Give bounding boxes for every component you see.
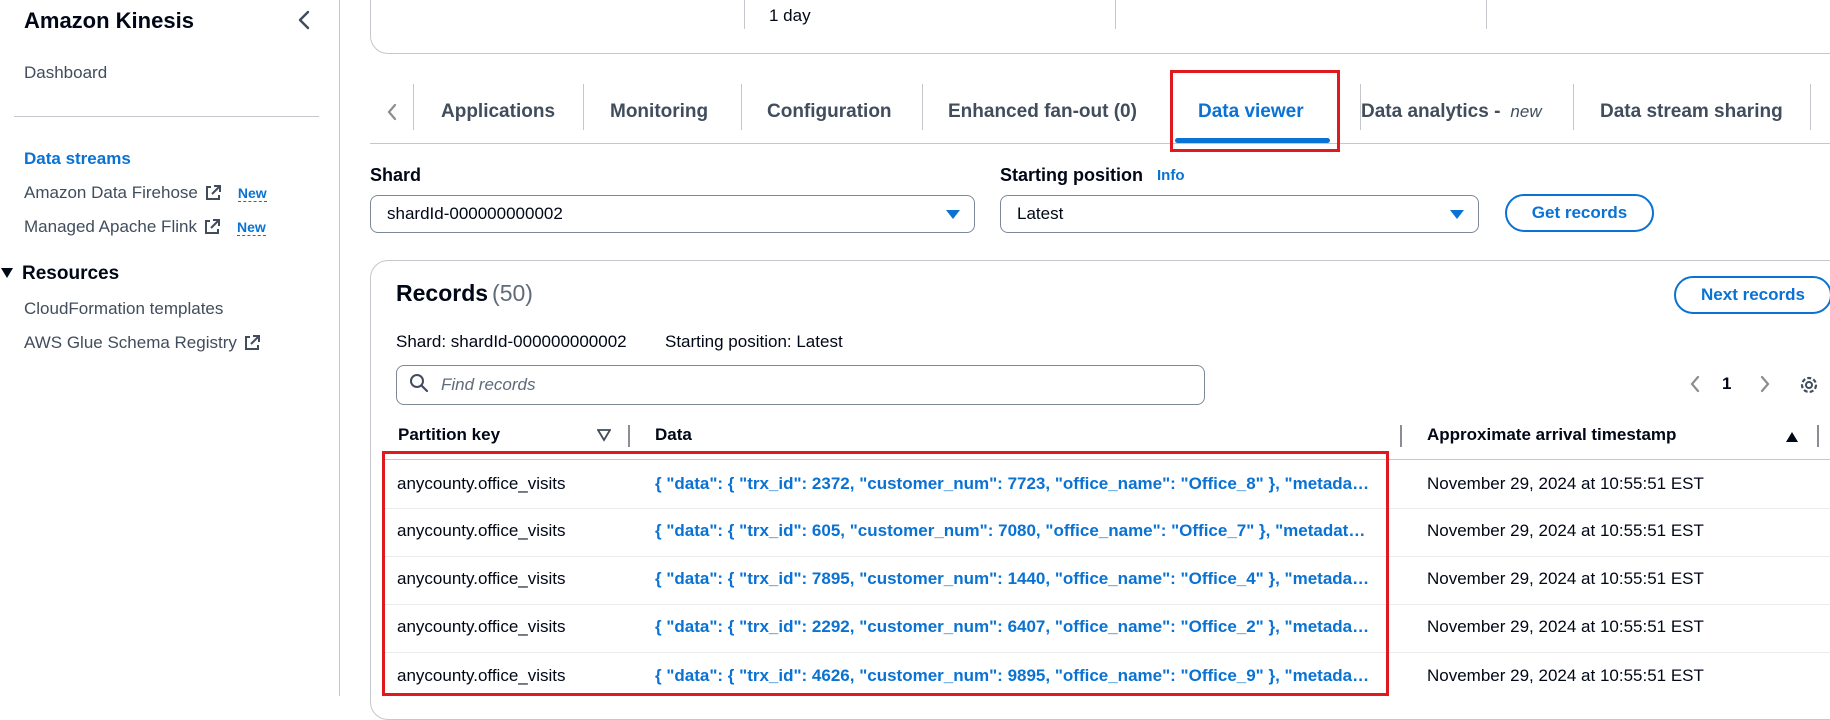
records-position-meta: Starting position: Latest	[665, 332, 843, 351]
sidebar-item-firehose[interactable]: Amazon Data Firehose New	[24, 183, 267, 203]
records-shard-meta: Shard: shardId-000000000002	[396, 332, 627, 351]
find-records-input[interactable]	[439, 374, 1139, 396]
sidebar-item-label: AWS Glue Schema Registry	[24, 333, 237, 352]
column-header-partition-key[interactable]: Partition key	[398, 425, 500, 445]
sidebar-item-cloudformation[interactable]: CloudFormation templates	[24, 299, 223, 319]
sort-ascending-icon[interactable]	[1785, 430, 1799, 448]
column-header-arrival-timestamp[interactable]: Approximate arrival timestamp	[1427, 425, 1676, 445]
starting-position-select[interactable]: Latest	[1000, 195, 1479, 233]
sidebar: Amazon Kinesis Dashboard Data streams Am…	[0, 0, 340, 696]
new-badge[interactable]: New	[236, 219, 266, 236]
records-count: (50)	[492, 280, 533, 306]
tab-bar: Applications Monitoring Configuration En…	[370, 80, 1830, 144]
column-resizer[interactable]	[628, 425, 630, 447]
timestamp-cell: November 29, 2024 at 10:55:51 EST	[1427, 569, 1704, 588]
sidebar-item-flink[interactable]: Managed Apache Flink New	[24, 217, 266, 237]
tab-enhanced-fan-out[interactable]: Enhanced fan-out (0)	[948, 80, 1137, 144]
starting-position-label-group: Starting position Info	[1000, 165, 1185, 186]
summary-divider	[1486, 0, 1487, 29]
new-badge[interactable]: New	[237, 185, 267, 202]
starting-position-value: Latest	[1017, 204, 1064, 223]
tab-divider	[1810, 84, 1811, 130]
starting-position-label: Starting position	[1000, 165, 1143, 185]
tab-label: Data analytics -	[1361, 101, 1501, 122]
tab-divider	[922, 84, 923, 130]
sidebar-section-label: Resources	[22, 263, 120, 284]
tab-data-analytics[interactable]: Data analytics - new	[1361, 80, 1542, 144]
next-records-button[interactable]: Next records	[1674, 276, 1830, 314]
info-link[interactable]: Info	[1157, 167, 1185, 184]
search-icon	[409, 373, 429, 398]
timestamp-cell: November 29, 2024 at 10:55:51 EST	[1427, 617, 1704, 636]
shard-select[interactable]: shardId-000000000002	[370, 195, 975, 233]
sidebar-item-glue[interactable]: AWS Glue Schema Registry	[24, 333, 261, 353]
tab-scroll-left-icon[interactable]	[370, 80, 414, 144]
tab-divider	[741, 84, 742, 130]
stream-summary-panel	[370, 0, 1830, 54]
sort-filter-icon[interactable]	[596, 428, 612, 447]
collapse-sidebar-icon[interactable]	[292, 6, 316, 34]
tab-applications[interactable]: Applications	[441, 80, 555, 144]
records-heading: Records (50)	[396, 280, 533, 307]
shard-label: Shard	[370, 165, 422, 185]
column-resizer[interactable]	[1400, 425, 1402, 447]
tab-new-label: new	[1510, 102, 1542, 121]
sidebar-divider	[14, 116, 319, 117]
page-number[interactable]: 1	[1722, 374, 1731, 394]
highlight-box-records-rows	[382, 451, 1389, 696]
find-records-field[interactable]	[396, 365, 1205, 405]
dropdown-caret-icon	[946, 209, 960, 219]
caret-down-icon	[0, 263, 14, 285]
retention-period-value: 1 day	[769, 6, 811, 25]
tab-configuration[interactable]: Configuration	[767, 80, 892, 144]
summary-divider	[1115, 0, 1116, 29]
timestamp-cell: November 29, 2024 at 10:55:51 EST	[1427, 666, 1704, 685]
shard-select-value: shardId-000000000002	[387, 204, 563, 223]
column-resizer[interactable]	[1817, 425, 1819, 447]
external-link-icon	[243, 334, 261, 352]
tab-monitoring[interactable]: Monitoring	[610, 80, 708, 144]
records-title: Records	[396, 280, 489, 306]
highlight-box-data-viewer-tab	[1170, 70, 1340, 152]
tab-divider	[1573, 84, 1574, 130]
sidebar-item-label: Amazon Data Firehose	[24, 183, 198, 202]
previous-page-icon[interactable]	[1686, 372, 1704, 396]
get-records-button[interactable]: Get records	[1505, 194, 1654, 232]
next-page-icon[interactable]	[1756, 372, 1774, 396]
sidebar-item-label: Managed Apache Flink	[24, 217, 197, 236]
tab-divider	[583, 84, 584, 130]
external-link-icon	[203, 218, 221, 236]
sidebar-title: Amazon Kinesis	[24, 8, 194, 33]
summary-divider	[744, 0, 745, 29]
tab-divider	[413, 84, 414, 130]
sidebar-item-dashboard[interactable]: Dashboard	[24, 63, 107, 83]
timestamp-cell: November 29, 2024 at 10:55:51 EST	[1427, 474, 1704, 493]
dropdown-caret-icon	[1450, 209, 1464, 219]
tab-data-stream-sharing[interactable]: Data stream sharing	[1600, 80, 1783, 144]
sidebar-item-data-streams[interactable]: Data streams	[24, 149, 131, 169]
timestamp-cell: November 29, 2024 at 10:55:51 EST	[1427, 521, 1704, 540]
settings-gear-icon[interactable]	[1797, 373, 1821, 397]
external-link-icon	[204, 184, 222, 202]
sidebar-section-resources[interactable]: Resources	[0, 263, 119, 285]
column-header-data[interactable]: Data	[655, 425, 692, 445]
